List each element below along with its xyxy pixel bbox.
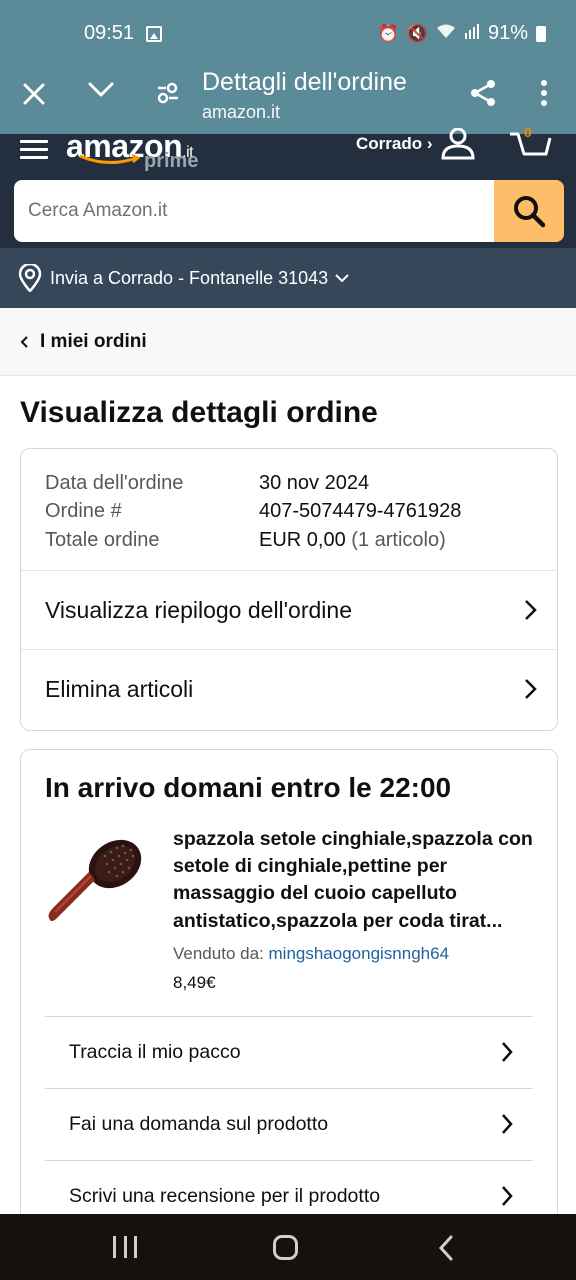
product-image[interactable]: [45, 826, 147, 928]
account-link[interactable]: Corrado ›: [356, 134, 433, 154]
signal-icon: [464, 23, 480, 44]
track-package-button[interactable]: Traccia il mio pacco: [45, 1016, 533, 1088]
breadcrumb[interactable]: I miei ordini: [0, 308, 576, 376]
chevron-left-icon: [20, 335, 28, 348]
order-date-value: 30 nov 2024: [259, 471, 370, 494]
search-button[interactable]: [494, 180, 564, 242]
user-icon[interactable]: [440, 127, 476, 160]
delete-items-link[interactable]: Elimina articoli: [21, 649, 557, 728]
breadcrumb-my-orders[interactable]: I miei ordini: [40, 331, 147, 353]
order-date-row: Data dell'ordine 30 nov 2024: [45, 469, 545, 498]
search-input[interactable]: [14, 180, 494, 242]
recents-icon[interactable]: [113, 1236, 137, 1258]
product-price: 8,49€: [173, 973, 216, 992]
ask-question-button[interactable]: Fai una domanda sul prodotto: [45, 1088, 533, 1160]
menu-icon[interactable]: [20, 140, 48, 159]
chevron-down-icon[interactable]: [88, 76, 114, 102]
chevron-right-icon: [525, 679, 537, 699]
page-settings-icon[interactable]: [156, 82, 180, 104]
location-pin-icon: [18, 264, 42, 292]
wifi-icon: [436, 23, 456, 44]
battery-icon: [536, 25, 546, 42]
delivery-estimate-title: In arrivo domani entro le 22:00: [45, 772, 452, 803]
gallery-icon: [146, 26, 162, 42]
amazon-header: amazon.it prime Corrado › 0: [0, 124, 576, 248]
order-number-label: Ordine #: [45, 500, 122, 523]
system-nav-bar: [0, 1214, 576, 1280]
view-order-summary-link[interactable]: Visualizza riepilogo dell'ordine: [21, 570, 557, 649]
search-bar: [14, 180, 564, 242]
cart-icon[interactable]: [508, 130, 552, 162]
share-icon[interactable]: [468, 78, 498, 108]
tab-title: Dettagli dell'ordine: [202, 68, 407, 96]
custom-tab-bar: Dettagli dell'ordine amazon.it: [0, 66, 576, 134]
search-icon: [514, 196, 546, 228]
track-package-label: Traccia il mio pacco: [69, 1041, 241, 1063]
home-icon[interactable]: [273, 1235, 298, 1260]
chevron-right-icon: [502, 1042, 513, 1062]
view-order-summary-label: Visualizza riepilogo dell'ordine: [45, 596, 352, 623]
deliver-to-text: Invia a Corrado - Fontanelle 31043: [50, 267, 329, 288]
amazon-smile-icon: [79, 154, 141, 164]
page-title: Visualizza dettagli ordine: [20, 396, 378, 429]
order-total-value-wrap: EUR 0,00 (1 articolo): [259, 529, 446, 552]
alarm-icon: ⏰: [377, 23, 399, 43]
seller-prefix: Venduto da:: [173, 944, 264, 963]
close-icon[interactable]: [20, 80, 48, 108]
shipment-card: In arrivo domani entro le 22:00 spazzola…: [20, 749, 558, 1239]
seller-link[interactable]: mingshaogongisnngh64: [269, 944, 450, 963]
ask-question-label: Fai una domanda sul prodotto: [69, 1113, 329, 1135]
mute-icon: 🔇: [406, 23, 428, 43]
product-title[interactable]: spazzola setole cinghiale,spazzola con s…: [173, 826, 537, 935]
order-number-value: 407-5074479-4761928: [259, 500, 462, 523]
prime-label: prime: [144, 150, 199, 172]
more-options-icon[interactable]: [540, 80, 548, 106]
tab-url: amazon.it: [202, 102, 281, 122]
order-total-row: Totale ordine EUR 0,00 (1 articolo): [45, 526, 545, 555]
order-total-label: Totale ordine: [45, 528, 160, 551]
chevron-right-icon: [502, 1114, 513, 1134]
order-info-grid: Data dell'ordine 30 nov 2024 Ordine # 40…: [45, 469, 545, 555]
status-bar: 09:51 ⏰ 🔇 91%: [0, 0, 576, 66]
order-number-row: Ordine # 407-5074479-4761928: [45, 498, 545, 527]
deliver-to-bar[interactable]: Invia a Corrado - Fontanelle 31043: [0, 248, 576, 308]
chevron-down-icon: [335, 274, 349, 283]
order-total-value: EUR 0,00: [259, 528, 346, 551]
status-time: 09:51: [84, 22, 135, 44]
battery-percent: 91%: [487, 22, 528, 44]
chevron-right-icon: [525, 600, 537, 620]
write-review-label: Scrivi una recensione per il prodotto: [69, 1185, 381, 1207]
delete-items-label: Elimina articoli: [45, 675, 194, 702]
back-icon[interactable]: [438, 1235, 454, 1261]
chevron-right-icon: [502, 1186, 513, 1206]
order-info-card: Data dell'ordine 30 nov 2024 Ordine # 40…: [20, 448, 558, 731]
status-icons: ⏰ 🔇 91%: [378, 22, 546, 45]
seller-info: Venduto da: mingshaogongisnngh64: [173, 944, 449, 964]
order-total-items: (1 articolo): [351, 528, 446, 551]
order-date-label: Data dell'ordine: [45, 471, 184, 494]
